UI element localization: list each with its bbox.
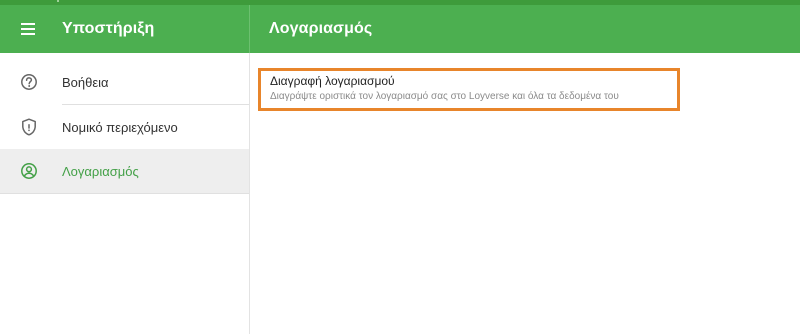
- sidebar-item-label: Λογαριασμός: [62, 163, 139, 179]
- status-indicator: [57, 0, 59, 2]
- account-circle-icon: [0, 149, 62, 193]
- account-content: Διαγραφή λογαριασμού Διαγράψτε οριστικά …: [250, 53, 800, 334]
- sidebar-item-help[interactable]: Βοήθεια: [0, 60, 249, 104]
- support-title: Υποστήριξη: [62, 20, 155, 37]
- sidebar-item-label: Νομικό περιεχόμενο: [62, 119, 178, 135]
- menu-button[interactable]: [0, 5, 56, 53]
- sidebar-item-account[interactable]: Λογαριασμός: [0, 149, 249, 193]
- delete-account-item[interactable]: Διαγραφή λογαριασμού Διαγράψτε οριστικά …: [258, 68, 680, 111]
- sidebar-item-label: Βοήθεια: [62, 74, 109, 90]
- app-window: Υποστήριξη Λογαριασμός Βοήθεια Νομικό πε…: [0, 0, 800, 334]
- sidebar-item-legal[interactable]: Νομικό περιεχόμενο: [0, 105, 249, 149]
- delete-account-description: Διαγράψτε οριστικά τον λογαριασμό σας στ…: [270, 91, 619, 102]
- sidebar: Βοήθεια Νομικό περιεχόμενο Λογαριασμός: [0, 53, 249, 334]
- hamburger-menu-icon: [21, 23, 35, 35]
- sidebar-bottom-divider: [0, 193, 249, 194]
- app-bar-left: Υποστήριξη: [0, 5, 249, 53]
- delete-account-title: Διαγραφή λογαριασμού: [270, 74, 395, 88]
- app-bar: Υποστήριξη Λογαριασμός: [0, 5, 800, 53]
- page-title: Λογαριασμός: [269, 20, 373, 37]
- help-circle-icon: [0, 60, 62, 104]
- app-bar-right: Λογαριασμός: [250, 5, 800, 53]
- shield-icon: [0, 105, 62, 149]
